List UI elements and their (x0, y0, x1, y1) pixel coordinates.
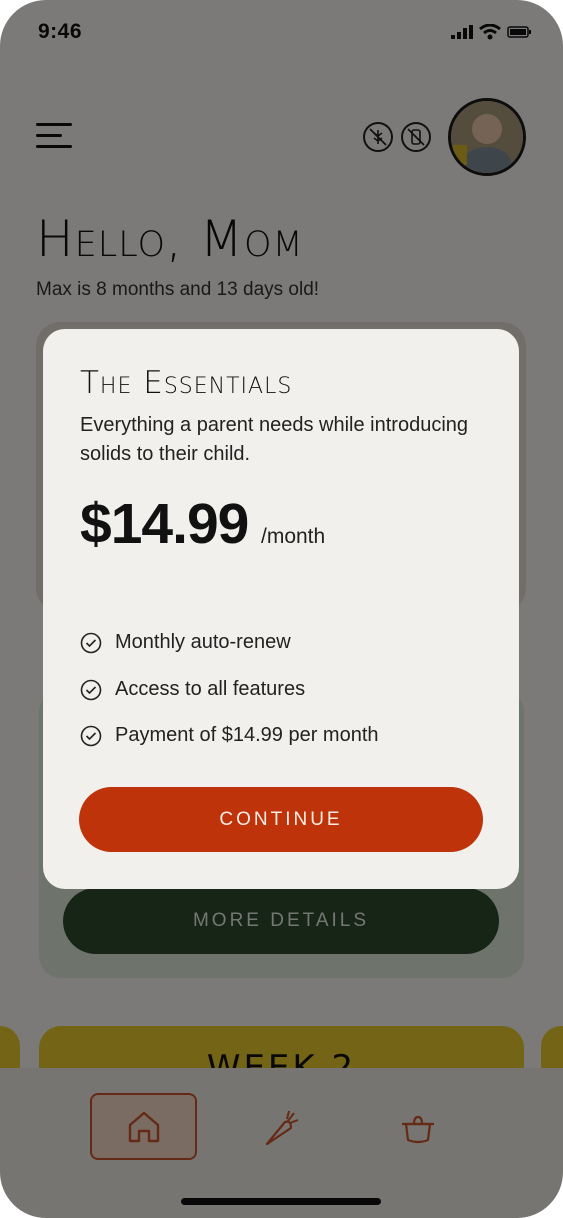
check-circle-icon (80, 632, 102, 653)
price-period: /month (261, 525, 326, 548)
feature-item: Payment of $14.99 per month (80, 724, 379, 747)
feature-label: Access to all features (115, 678, 306, 700)
plan-price: $14.99 (80, 492, 249, 556)
plan-title: The Essentials (80, 365, 293, 401)
subscription-modal: The Essentials Everything a parent needs… (43, 329, 519, 889)
phone-screen: 9:46 Hello, Mom Max (0, 0, 563, 1218)
continue-button[interactable]: CONTINUE (79, 787, 483, 852)
feature-item: Monthly auto-renew (80, 631, 291, 654)
feature-item: Access to all features (80, 678, 305, 701)
check-circle-icon (80, 725, 102, 746)
feature-label: Monthly auto-renew (115, 631, 291, 653)
feature-label: Payment of $14.99 per month (115, 724, 379, 746)
plan-description: Everything a parent needs while introduc… (80, 414, 469, 465)
check-circle-icon (80, 679, 102, 700)
